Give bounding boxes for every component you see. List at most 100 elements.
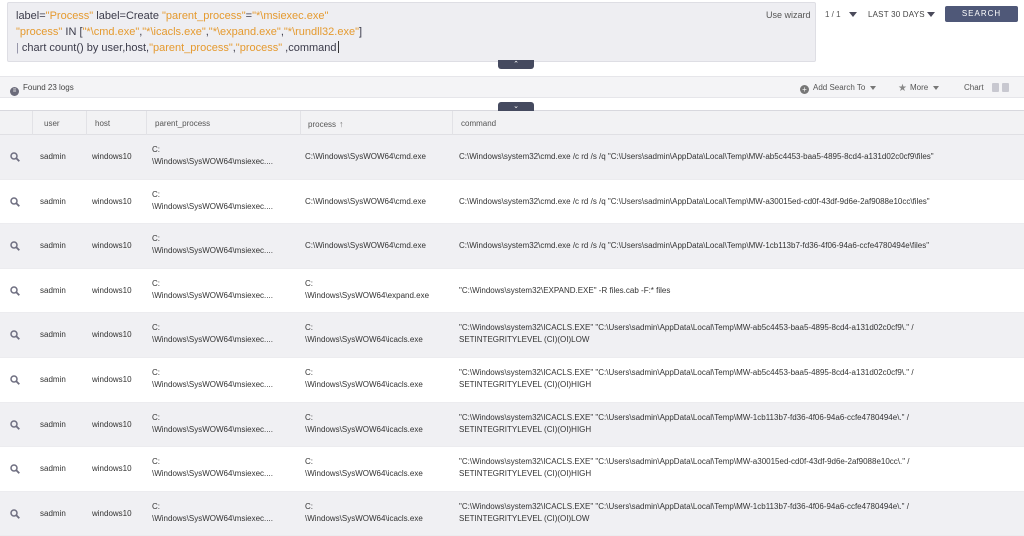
cell-parent-process-line2: \Windows\SysWOW64\msiexec.... bbox=[152, 424, 273, 434]
results-toolbar: ≡ Found 23 logs + Add Search To ★ More Char… bbox=[0, 76, 1024, 98]
table-row[interactable]: sadmin windows10 C: \Windows\SysWOW64\msiex… bbox=[0, 224, 1024, 269]
cell-parent-process-line1: C: bbox=[152, 323, 160, 333]
cell-parent-process: C: \Windows\SysWOW64\msiexec.... bbox=[152, 233, 273, 257]
table-row[interactable]: sadmin windows10 C: \Windows\SysWOW64\msiex… bbox=[0, 358, 1024, 403]
cell-host: windows10 bbox=[92, 330, 132, 340]
cell-command-line2: SETINTEGRITYLEVEL (CI)(OI)LOW bbox=[459, 335, 590, 345]
cell-command-line2: SETINTEGRITYLEVEL (CI)(OI)LOW bbox=[459, 513, 590, 523]
cell-parent-process-line1: C: bbox=[152, 189, 160, 199]
cell-parent-process-line2: \Windows\SysWOW64\msiexec.... bbox=[152, 290, 273, 300]
cell-user: sadmin bbox=[40, 419, 66, 429]
query-area: label="Process" label=Create "parent_pro… bbox=[0, 0, 1024, 74]
column-header-host[interactable]: host bbox=[95, 119, 110, 128]
cell-process: C: \Windows\SysWOW64\icacls.exe bbox=[305, 412, 423, 436]
cell-command: "C:\Windows\system32\ICACLS.EXE" "C:\Use… bbox=[459, 501, 909, 525]
chart-toggle[interactable]: Chart bbox=[964, 83, 1009, 92]
inspect-row-icon[interactable] bbox=[10, 375, 20, 385]
use-wizard-link[interactable]: Use wizard bbox=[766, 10, 811, 20]
cell-process-line1: C: bbox=[305, 323, 313, 333]
cell-process-line2: \Windows\SysWOW64\icacls.exe bbox=[305, 379, 423, 389]
more-label: More bbox=[909, 83, 929, 92]
query-token: "process" bbox=[235, 42, 283, 54]
table-row[interactable]: sadmin windows10 C: \Windows\SysWOW64\msiex… bbox=[0, 180, 1024, 225]
collapse-query-handle[interactable]: ⌃ bbox=[498, 60, 534, 69]
cell-process: C: \Windows\SysWOW64\icacls.exe bbox=[305, 322, 423, 346]
column-header-command[interactable]: command bbox=[461, 119, 496, 128]
query-token: label= bbox=[16, 10, 46, 22]
more-button[interactable]: ★ More bbox=[898, 83, 940, 94]
cell-process: C: \Windows\SysWOW64\icacls.exe bbox=[305, 367, 423, 391]
column-header-parent-process[interactable]: parent_process bbox=[155, 119, 210, 128]
cell-process-line2: \Windows\SysWOW64\icacls.exe bbox=[305, 335, 423, 345]
cell-command-line2: SETINTEGRITYLEVEL (CI)(OI)HIGH bbox=[459, 469, 592, 479]
process-header-label: process bbox=[308, 120, 337, 129]
cell-host: windows10 bbox=[92, 241, 132, 251]
table-row[interactable]: sadmin windows10 C: \Windows\SysWOW64\msiex… bbox=[0, 135, 1024, 180]
cell-command-line1: "C:\Windows\system32\ICACLS.EXE" "C:\Use… bbox=[459, 412, 909, 422]
cell-process-line1: C: bbox=[305, 457, 313, 467]
cell-parent-process-line2: \Windows\SysWOW64\msiexec.... bbox=[152, 379, 273, 389]
cell-process-line1: C: bbox=[305, 412, 313, 422]
inspect-row-icon[interactable] bbox=[10, 509, 20, 519]
cell-parent-process-line2: \Windows\SysWOW64\msiexec.... bbox=[152, 469, 273, 479]
column-header-process[interactable]: process ↑ bbox=[308, 119, 344, 129]
query-token: "parent_process" bbox=[162, 10, 246, 22]
cell-process: C: \Windows\SysWOW64\icacls.exe bbox=[305, 456, 423, 480]
cell-host: windows10 bbox=[92, 196, 132, 206]
query-token: "Process" bbox=[45, 10, 94, 22]
cell-process: C: \Windows\SysWOW64\expand.exe bbox=[305, 278, 429, 302]
cell-process: C:\Windows\SysWOW64\cmd.exe bbox=[305, 241, 426, 251]
page-dropdown-caret-icon[interactable] bbox=[849, 12, 857, 17]
add-search-to-button[interactable]: + Add Search To bbox=[800, 83, 877, 94]
chart-view-icon[interactable] bbox=[991, 83, 999, 92]
cell-user: sadmin bbox=[40, 152, 66, 161]
inspect-row-icon[interactable] bbox=[10, 286, 20, 296]
cell-user: sadmin bbox=[40, 508, 66, 518]
sort-ascending-icon[interactable]: ↑ bbox=[339, 119, 344, 129]
cell-process-line2: \Windows\SysWOW64\icacls.exe bbox=[305, 424, 423, 434]
cell-host: windows10 bbox=[92, 419, 132, 429]
query-token: label=Create bbox=[93, 10, 163, 22]
cell-command: C:\Windows\system32\cmd.exe /c rd /s /q … bbox=[459, 196, 930, 206]
cell-parent-process: C: \Windows\SysWOW64\msiexec.... bbox=[152, 412, 273, 436]
time-range-select[interactable]: LAST 30 DAYS bbox=[868, 10, 925, 19]
table-row[interactable]: sadmin windows10 C: \Windows\SysWOW64\msiex… bbox=[0, 269, 1024, 314]
cell-command: "C:\Windows\system32\ICACLS.EXE" "C:\Use… bbox=[459, 456, 910, 480]
query-text[interactable]: label="Process" label=Create "parent_pro… bbox=[16, 8, 362, 56]
cell-parent-process-line1: C: bbox=[152, 234, 160, 244]
inspect-row-icon[interactable] bbox=[10, 330, 20, 341]
query-token: "*\msiexec.exe" bbox=[252, 10, 329, 22]
inspect-row-icon[interactable] bbox=[10, 196, 20, 207]
cell-process: C:\Windows\SysWOW64\cmd.exe bbox=[305, 196, 426, 206]
inspect-row-icon[interactable] bbox=[10, 464, 20, 475]
table-body: sadmin windows10 C: \Windows\SysWOW64\msiex… bbox=[0, 135, 1024, 536]
cell-user: sadmin bbox=[40, 285, 66, 295]
column-divider bbox=[146, 111, 147, 135]
column-divider bbox=[300, 111, 301, 135]
table-row[interactable]: sadmin windows10 C: \Windows\SysWOW64\msiex… bbox=[0, 491, 1024, 536]
inspect-row-icon[interactable] bbox=[10, 419, 20, 430]
cell-host: windows10 bbox=[92, 152, 132, 161]
table-view-icon[interactable] bbox=[1001, 83, 1009, 92]
inspect-row-icon[interactable] bbox=[10, 152, 20, 162]
cell-process-line1: C: bbox=[305, 367, 313, 377]
cell-host: windows10 bbox=[92, 374, 132, 384]
cell-command: "C:\Windows\system32\ICACLS.EXE" "C:\Use… bbox=[459, 412, 909, 436]
cell-parent-process-line2: \Windows\SysWOW64\msiexec.... bbox=[152, 201, 273, 211]
inspect-row-icon[interactable] bbox=[10, 241, 20, 252]
query-editor[interactable]: label="Process" label=Create "parent_pro… bbox=[7, 2, 816, 62]
table-row[interactable]: sadmin windows10 C: \Windows\SysWOW64\msiex… bbox=[0, 313, 1024, 358]
column-header-user[interactable]: user bbox=[44, 119, 60, 128]
cell-parent-process-line1: C: bbox=[152, 278, 160, 288]
column-divider bbox=[32, 111, 33, 135]
query-token: "parent_process" bbox=[149, 42, 233, 54]
text-cursor bbox=[337, 41, 339, 53]
table-row[interactable]: sadmin windows10 C: \Windows\SysWOW64\msiex… bbox=[0, 447, 1024, 492]
time-range-caret-icon[interactable] bbox=[927, 12, 935, 17]
logs-count-icon: ≡ bbox=[10, 87, 19, 96]
query-token: "process" bbox=[16, 26, 63, 38]
search-button[interactable]: SEARCH bbox=[945, 6, 1018, 22]
cell-user: sadmin bbox=[40, 464, 66, 474]
expand-results-handle[interactable]: ⌄ bbox=[498, 102, 534, 111]
table-row[interactable]: sadmin windows10 C: \Windows\SysWOW64\msiex… bbox=[0, 402, 1024, 448]
